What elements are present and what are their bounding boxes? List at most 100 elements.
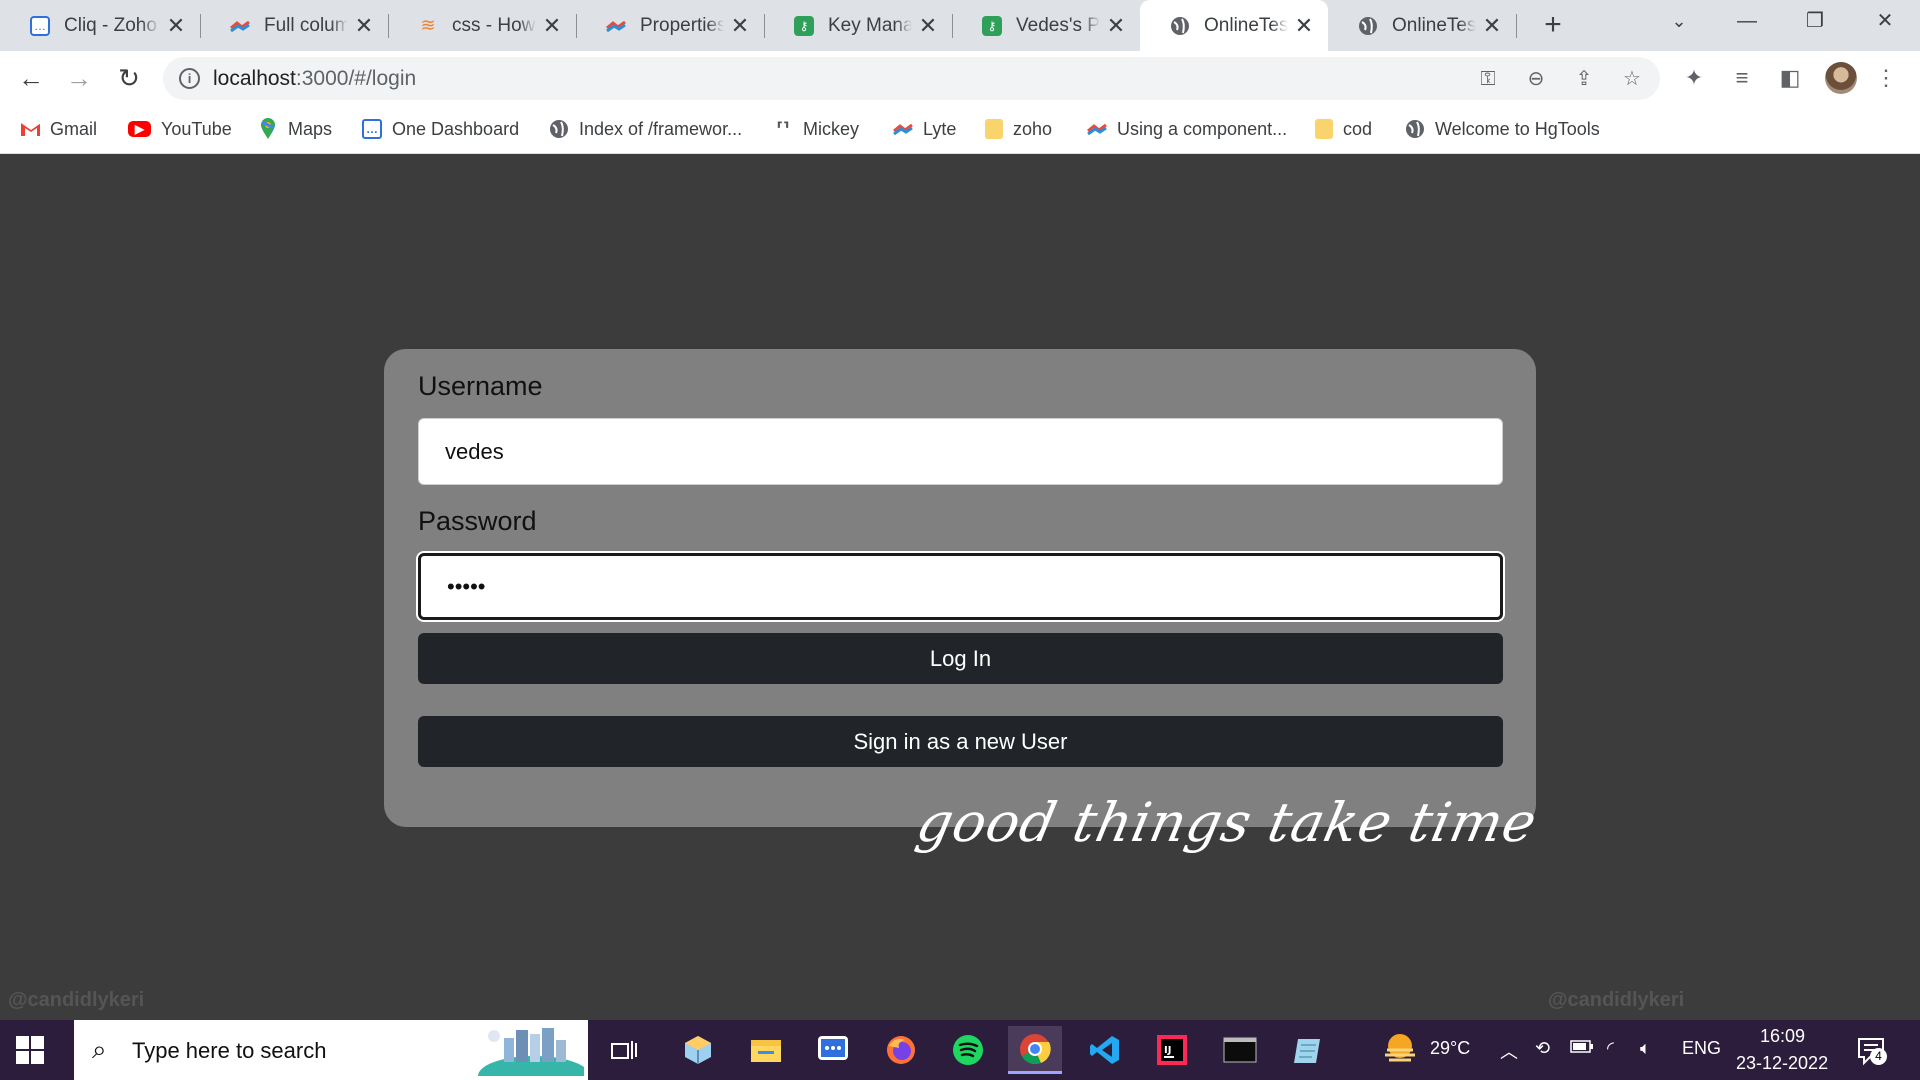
tab-title: Vedes's Pro <box>1016 14 1100 36</box>
signup-button[interactable]: Sign in as a new User <box>418 716 1503 767</box>
bookmark-mickey[interactable]: ⸢⸣ Mickey <box>773 115 859 143</box>
zoho-cliq-icon: … <box>362 119 382 139</box>
city-illustration-icon <box>478 1028 584 1076</box>
zoho-cliq-taskbar-icon[interactable] <box>806 1026 860 1074</box>
bookmark-label: Gmail <box>50 118 98 139</box>
site-info-icon[interactable]: i <box>179 68 200 89</box>
tab-title: Key Manag <box>828 14 912 36</box>
globe-icon <box>1170 16 1190 36</box>
mickey-icon: ⸢⸣ <box>776 121 790 138</box>
close-tab-icon[interactable]: ✕ <box>1106 13 1126 39</box>
show-hidden-icons-chevron-icon[interactable]: ︿ <box>1500 1038 1518 1064</box>
close-tab-icon[interactable]: ✕ <box>166 13 186 39</box>
intellij-icon[interactable]: IJ <box>1145 1026 1199 1074</box>
stackoverflow-icon: ≋ <box>420 15 436 35</box>
media-queue-icon[interactable]: ≡ <box>1726 62 1758 94</box>
gmail-icon <box>20 119 40 139</box>
close-tab-icon[interactable]: ✕ <box>542 13 562 39</box>
bookmark-label: One Dashboard <box>392 118 520 139</box>
firefox-icon[interactable] <box>874 1026 928 1074</box>
tab-title: css - How to <box>452 14 536 36</box>
bookmark-label: Lyte <box>923 118 957 139</box>
share-icon[interactable]: ⇪ <box>1568 63 1600 95</box>
reload-icon[interactable]: ↻ <box>110 59 148 97</box>
youtube-icon: ▶ <box>128 121 151 137</box>
username-label: Username <box>418 371 543 401</box>
language-indicator[interactable]: ENG <box>1682 1038 1721 1059</box>
windows-start-icon[interactable] <box>16 1036 44 1064</box>
watermark-left: @candidlykeri <box>8 989 145 1011</box>
weather-temperature[interactable]: 29°C <box>1430 1038 1470 1059</box>
zoom-out-icon[interactable]: ⊖ <box>1520 63 1552 95</box>
netbeans-icon[interactable] <box>671 1026 725 1074</box>
browser-tab-active[interactable]: OnlineTest ✕ <box>1140 0 1328 51</box>
close-tab-icon[interactable]: ✕ <box>1294 13 1314 39</box>
tab-strip: … Cliq - Zoho ✕ Full column ✕ ≋ css - Ho… <box>0 0 1920 51</box>
key-icon[interactable]: ⚿ <box>1472 63 1504 95</box>
battery-icon[interactable] <box>1570 1038 1594 1059</box>
wifi-icon[interactable]: ◜ <box>1607 1038 1614 1059</box>
password-input[interactable] <box>418 553 1503 620</box>
browser-tab[interactable]: OnlineTest ✕ <box>1328 0 1516 51</box>
close-tab-icon[interactable]: ✕ <box>730 13 750 39</box>
address-bar[interactable]: i localhost:3000/#/login ⚿ ⊖ ⇪ ☆ <box>163 57 1660 100</box>
close-tab-icon[interactable]: ✕ <box>918 13 938 39</box>
close-window-icon[interactable]: ✕ <box>1851 0 1919 42</box>
clock-time[interactable]: 16:09 <box>1760 1026 1805 1047</box>
minimize-icon[interactable]: — <box>1713 0 1781 42</box>
folder-icon <box>1315 119 1333 139</box>
spotify-icon[interactable] <box>941 1026 995 1074</box>
browser-tab[interactable]: ≋ css - How to ✕ <box>388 0 576 51</box>
browser-tab[interactable]: Properties ✕ <box>576 0 764 51</box>
close-tab-icon[interactable]: ✕ <box>1482 13 1502 39</box>
sync-status-icon[interactable]: ⟲ <box>1535 1038 1550 1059</box>
bookmark-youtube[interactable]: ▶ YouTube <box>128 115 232 143</box>
bookmark-hgtools[interactable]: Welcome to HgTools <box>1405 115 1600 143</box>
browser-tab[interactable]: ⚷ Key Manag ✕ <box>764 0 952 51</box>
back-arrow-icon[interactable]: ← <box>12 59 50 97</box>
vscode-icon[interactable] <box>1078 1026 1132 1074</box>
bookmark-label: Index of /framewor... <box>579 118 743 139</box>
weather-icon[interactable] <box>1381 1030 1419 1073</box>
bookmark-star-icon[interactable]: ☆ <box>1616 63 1648 95</box>
clock-date[interactable]: 23-12-2022 <box>1736 1053 1828 1074</box>
quote-text: good things take time <box>911 791 1543 854</box>
chrome-icon[interactable] <box>1008 1026 1062 1074</box>
close-tab-icon[interactable]: ✕ <box>354 13 374 39</box>
bookmark-index-framework[interactable]: Index of /framewor... <box>549 115 742 143</box>
tab-title: Cliq - Zoho <box>64 14 157 36</box>
forward-arrow-icon[interactable]: → <box>60 59 98 97</box>
task-view-icon[interactable] <box>597 1026 651 1074</box>
tab-title: Properties <box>640 14 724 36</box>
taskbar-search[interactable]: ⌕ Type here to search <box>74 1020 588 1080</box>
zoho-cliq-icon: … <box>30 15 50 36</box>
bookmark-lyte[interactable]: Lyte <box>893 115 956 143</box>
bookmark-folder-zoho[interactable]: zoho <box>985 115 1052 143</box>
browser-tab[interactable]: ⚷ Vedes's Pro ✕ <box>952 0 1140 51</box>
browser-tab[interactable]: Full column ✕ <box>200 0 388 51</box>
bookmark-one-dashboard[interactable]: … One Dashboard <box>362 115 519 143</box>
browser-tab[interactable]: … Cliq - Zoho ✕ <box>0 0 200 51</box>
login-button[interactable]: Log In <box>418 633 1503 684</box>
extensions-puzzle-icon[interactable]: ✦ <box>1678 62 1710 94</box>
notes-app-icon[interactable] <box>1280 1026 1334 1074</box>
username-input[interactable] <box>418 418 1503 485</box>
volume-icon[interactable]: 🔈︎ <box>1640 1038 1651 1059</box>
url-text[interactable]: localhost:3000/#/login <box>213 67 416 91</box>
svg-text:IJ: IJ <box>1164 1045 1171 1056</box>
zoho-creator-icon <box>1087 119 1107 139</box>
bookmark-gmail[interactable]: Gmail <box>20 115 97 143</box>
zoho-creator-icon <box>230 16 250 36</box>
bookmark-folder-cod[interactable]: cod <box>1315 115 1372 143</box>
menu-kebab-icon[interactable]: ⋮ <box>1870 62 1902 94</box>
tab-search-icon[interactable]: ⌄ <box>1645 0 1713 42</box>
notification-center-icon[interactable]: 4 <box>1856 1036 1887 1066</box>
restore-icon[interactable]: ❐ <box>1781 0 1849 42</box>
terminal-icon[interactable] <box>1213 1026 1267 1074</box>
bookmark-maps[interactable]: Maps <box>258 115 332 143</box>
profile-avatar[interactable] <box>1825 62 1857 94</box>
new-tab-button[interactable]: + <box>1534 6 1572 44</box>
side-panel-icon[interactable]: ◧ <box>1774 62 1806 94</box>
bookmark-using-component[interactable]: Using a component... <box>1087 115 1287 143</box>
file-explorer-icon[interactable] <box>739 1026 793 1074</box>
